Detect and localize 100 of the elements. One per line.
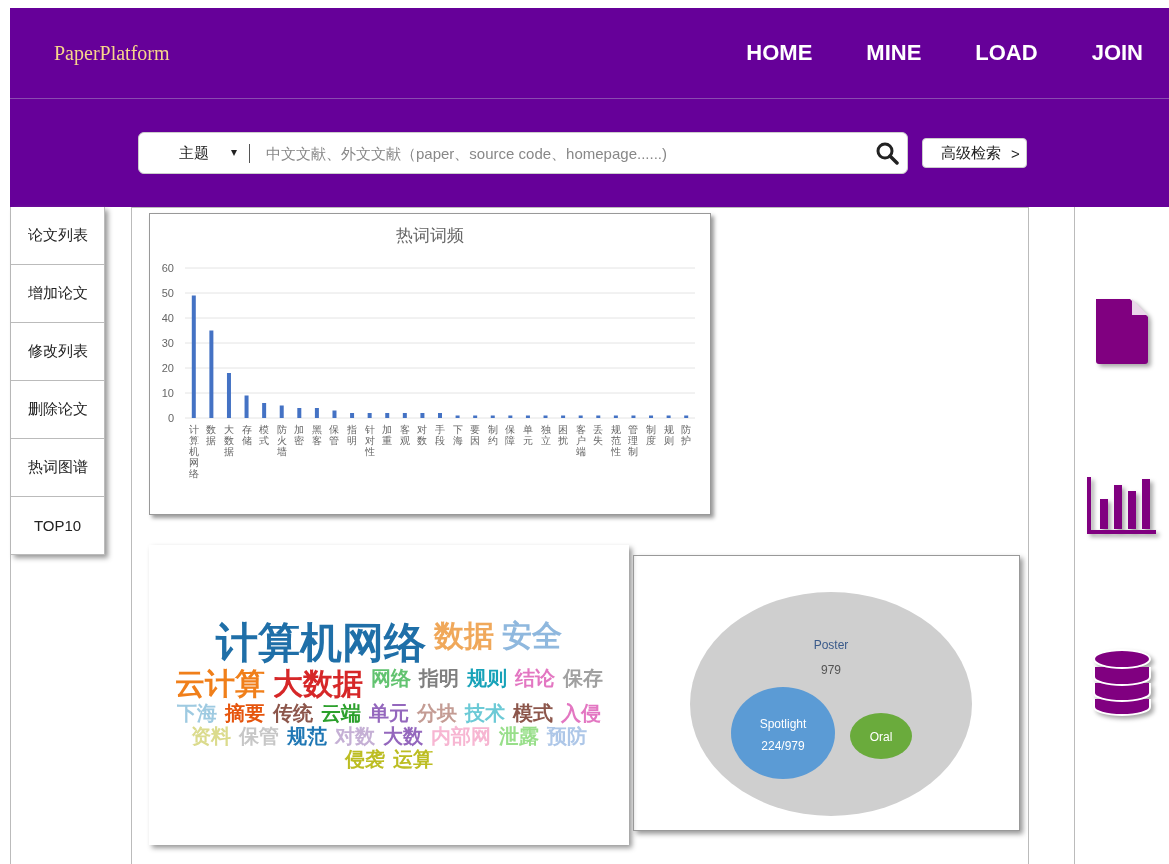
x-axis-label: 模式 [259,424,270,446]
bar [244,395,249,418]
x-axis-label: 制度 [646,424,656,446]
x-axis-label: 对数 [417,424,428,446]
cloud-word: 大数 [383,724,423,748]
bar [226,373,231,418]
x-axis-label: 防护 [681,424,692,446]
venn-label: Poster [813,638,849,652]
bar [279,405,284,418]
x-axis-label: 加重 [382,424,393,446]
bar [631,415,636,418]
bar [367,413,372,418]
x-axis-label: 手段 [435,424,445,446]
bar [508,415,513,418]
x-axis-label: 规范性 [610,424,621,457]
bar [438,413,442,418]
x-axis-label: 保管 [329,424,340,446]
cloud-word: 结论 [515,667,555,692]
cloud-word: 运算 [393,747,433,771]
bar [420,413,425,418]
x-axis-label: 数据 [206,424,217,446]
x-axis-label: 大数据 [223,424,234,457]
y-tick-label: 0 [167,412,174,424]
bar [561,415,566,418]
bar [297,408,302,418]
x-axis-label: 要因 [470,424,481,446]
x-axis-label: 管理制 [628,424,639,457]
cloud-word: 下海 [177,701,217,725]
sidebar-item[interactable]: 热词图谱 [11,439,105,497]
cloud-word: 云端 [321,701,361,725]
sidebar-item[interactable]: 修改列表 [11,323,105,381]
x-axis-label: 黑客 [311,424,322,446]
x-axis-label: 针对性 [364,424,375,457]
x-axis-label: 制约 [487,424,498,446]
cloud-word: 数据 [434,619,494,655]
x-axis-label: 下海 [452,424,463,446]
cloud-word: 网络 [371,667,411,692]
bar [684,415,689,418]
venn-value: 979 [821,663,841,677]
bar [332,410,337,418]
y-tick-label: 20 [161,362,174,374]
search-field[interactable]: 主题 中文文献、外文文献（paper、source code、homepage......) [138,132,908,174]
venn-label: Oral [869,730,893,744]
cloud-word: 泄露 [499,724,539,748]
cloud-word: 资料 [191,724,231,748]
cloud-word: 对数 [335,724,375,748]
cloud-word: 保管 [239,724,279,748]
nav-link[interactable]: LOAD [975,40,1038,66]
y-tick-label: 40 [161,312,174,324]
chart-title: 热词词频 [395,225,465,246]
cloud-word: 保存 [563,667,603,692]
cloud-word: 分块 [417,701,457,725]
cloud-word: 规范 [287,724,327,748]
bar [525,415,530,418]
bar [262,403,267,418]
cloud-word: 模式 [513,701,553,725]
nav-link[interactable]: JOIN [1091,40,1143,66]
y-tick-label: 30 [161,337,174,349]
y-tick-label: 50 [161,287,174,299]
sidebar-item[interactable]: TOP10 [11,497,105,555]
sidebar-item[interactable]: 删除论文 [11,381,105,439]
cloud-word: 安全 [502,619,562,655]
bar [473,415,478,418]
sidebar-item[interactable]: 增加论文 [11,265,105,323]
bar [385,413,390,418]
advanced-search-button[interactable]: 高级检索 > [922,138,1027,168]
bar [596,415,601,418]
cloud-word: 预防 [547,724,587,748]
x-axis-label: 独立 [540,424,551,446]
cloud-word: 指明 [419,667,459,692]
x-axis-label: 规则 [663,424,674,446]
x-axis-label: 存储 [241,424,252,446]
bar [490,415,495,418]
bar-chart-icon[interactable] [1086,477,1158,537]
caret-icon [231,150,237,156]
bar [543,415,548,418]
cloud-word: 入侵 [561,701,601,725]
y-tick-label: 10 [161,387,174,399]
cloud-word: 大数据 [273,667,363,702]
nav-link[interactable]: MINE [866,40,922,66]
bar [402,413,407,418]
cloud-word: 计算机网络 [216,619,426,668]
x-axis-label: 保障 [505,424,516,446]
x-axis-label: 困扰 [558,424,569,446]
cloud-word: 侵袭 [345,747,385,771]
site-logo[interactable]: PaperPlatform [54,41,170,65]
cloud-word: 单元 [369,701,409,725]
x-axis-label: 客观 [399,424,410,446]
venn-value: 224/979 [761,739,805,753]
bar [613,415,618,418]
cloud-word: 传统 [273,701,313,725]
sidebar-item[interactable]: 论文列表 [11,207,105,265]
bar [578,415,583,418]
bar [649,415,654,418]
cloud-word: 内部网 [431,724,491,748]
nav-link[interactable]: HOME [746,40,813,66]
bar [350,413,355,418]
search-icon[interactable] [875,141,899,165]
x-axis-label: 防火墙 [276,424,287,457]
cloud-word: 技术 [465,701,505,725]
